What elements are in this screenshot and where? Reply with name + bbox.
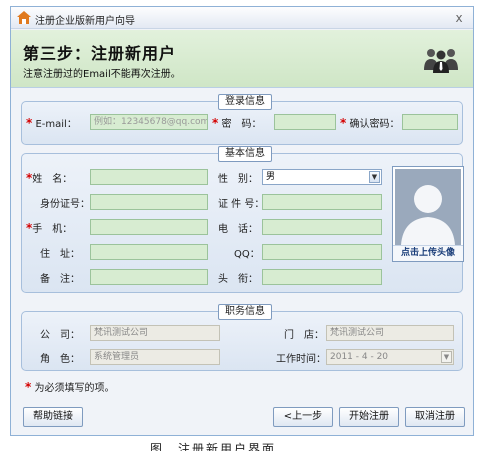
id-number-label: 身份证号： <box>40 199 90 210</box>
help-link-button[interactable]: 帮助链接 <box>23 407 83 427</box>
cert-number-input[interactable] <box>262 194 382 210</box>
home-icon <box>17 11 31 24</box>
telephone-input[interactable] <box>262 219 382 235</box>
step-banner: 第三步：注册新用户 注意注册过的Email不能再次注册。 <box>11 30 473 88</box>
job-title-label: 头 衔： <box>218 274 258 285</box>
work-time-value: 2011 - 4 - 20 <box>330 352 389 362</box>
password-input[interactable] <box>274 114 336 130</box>
mobile-label: *手 机： <box>26 220 72 235</box>
step-note: 注意注册过的Email不能再次注册。 <box>23 69 181 80</box>
store-field: 梵讯测试公司 <box>326 325 454 341</box>
mobile-input[interactable] <box>90 219 208 235</box>
basic-info-section: 基本信息 *姓 名： 性 别： 男 ▼ 身份证号： 证 件 号： *手 机： 电… <box>21 146 464 293</box>
basic-info-legend: 基本信息 <box>218 146 272 162</box>
job-info-section: 职务信息 公 司： 梵讯测试公司 门 店： 梵讯测试公司 角 色： 系统管理员 … <box>21 304 463 371</box>
start-register-button[interactable]: 开始注册 <box>339 407 399 427</box>
email-label-text: E-mail： <box>35 119 77 130</box>
gender-label: 性 别： <box>218 174 258 185</box>
chevron-down-icon[interactable]: ▼ <box>369 171 380 183</box>
store-label: 门 店： <box>284 330 324 341</box>
login-info-section: 登录信息 * E-mail： 例如：12345678@qq.com * 密 码：… <box>21 94 463 145</box>
gender-value: 男 <box>266 172 276 182</box>
job-title-input[interactable] <box>262 269 382 285</box>
role-label: 角 色： <box>40 354 80 365</box>
work-time-label: 工作时间： <box>276 354 326 365</box>
required-star: * <box>26 116 33 130</box>
required-star: * <box>25 380 32 394</box>
password-label: * 密 码： <box>212 115 261 130</box>
chevron-down-icon[interactable]: ▼ <box>441 351 452 363</box>
name-label-text: 姓 名： <box>32 174 73 185</box>
register-wizard-window: 注册企业版新用户向导 x 第三步：注册新用户 注意注册过的Email不能再次注册… <box>10 6 474 436</box>
remark-label: 备 注： <box>40 274 80 285</box>
step-title: 第三步：注册新用户 <box>23 44 177 63</box>
confirm-password-input[interactable] <box>402 114 458 130</box>
address-input[interactable] <box>90 244 208 260</box>
role-field: 系统管理员 <box>90 349 220 365</box>
name-input[interactable] <box>90 169 208 185</box>
window-title: 注册企业版新用户向导 <box>35 16 135 27</box>
figure-caption: 图 注册新用户界面 <box>150 442 277 451</box>
remark-input[interactable] <box>90 269 208 285</box>
mobile-label-text: 手 机： <box>32 224 73 235</box>
id-number-input[interactable] <box>90 194 208 210</box>
company-field: 梵讯测试公司 <box>90 325 220 341</box>
close-icon[interactable]: x <box>453 11 465 25</box>
email-input[interactable]: 例如：12345678@qq.com <box>90 114 208 130</box>
required-note-text: 为必须填写的项。 <box>34 383 115 394</box>
work-time-picker[interactable]: 2011 - 4 - 20 ▼ <box>326 349 454 365</box>
cert-number-label: 证 件 号： <box>218 199 265 210</box>
gender-select[interactable]: 男 ▼ <box>262 169 382 185</box>
login-info-legend: 登录信息 <box>218 94 272 110</box>
users-group-icon <box>424 49 458 73</box>
confirm-password-label: * 确认密码： <box>340 115 399 130</box>
name-label: *姓 名： <box>26 170 72 185</box>
company-label: 公 司： <box>40 330 80 341</box>
avatar-placeholder-icon <box>395 169 461 245</box>
previous-step-button[interactable]: <上一步 <box>273 407 333 427</box>
job-info-legend: 职务信息 <box>218 304 272 320</box>
qq-input[interactable] <box>262 244 382 260</box>
password-label-text: 密 码： <box>221 119 262 130</box>
required-star: * <box>212 116 219 130</box>
cancel-register-button[interactable]: 取消注册 <box>405 407 465 427</box>
upload-avatar-link[interactable]: 点击上传头像 <box>393 245 463 261</box>
avatar-upload[interactable]: 点击上传头像 <box>392 166 464 262</box>
address-label: 住 址： <box>40 249 80 260</box>
title-bar: 注册企业版新用户向导 x <box>11 7 473 29</box>
required-star: * <box>340 116 347 130</box>
qq-label: QQ： <box>234 249 260 260</box>
telephone-label: 电 话： <box>218 224 258 235</box>
email-label: * E-mail： <box>26 115 77 130</box>
required-note: * 为必须填写的项。 <box>25 379 114 394</box>
confirm-password-label-text: 确认密码： <box>349 119 400 130</box>
